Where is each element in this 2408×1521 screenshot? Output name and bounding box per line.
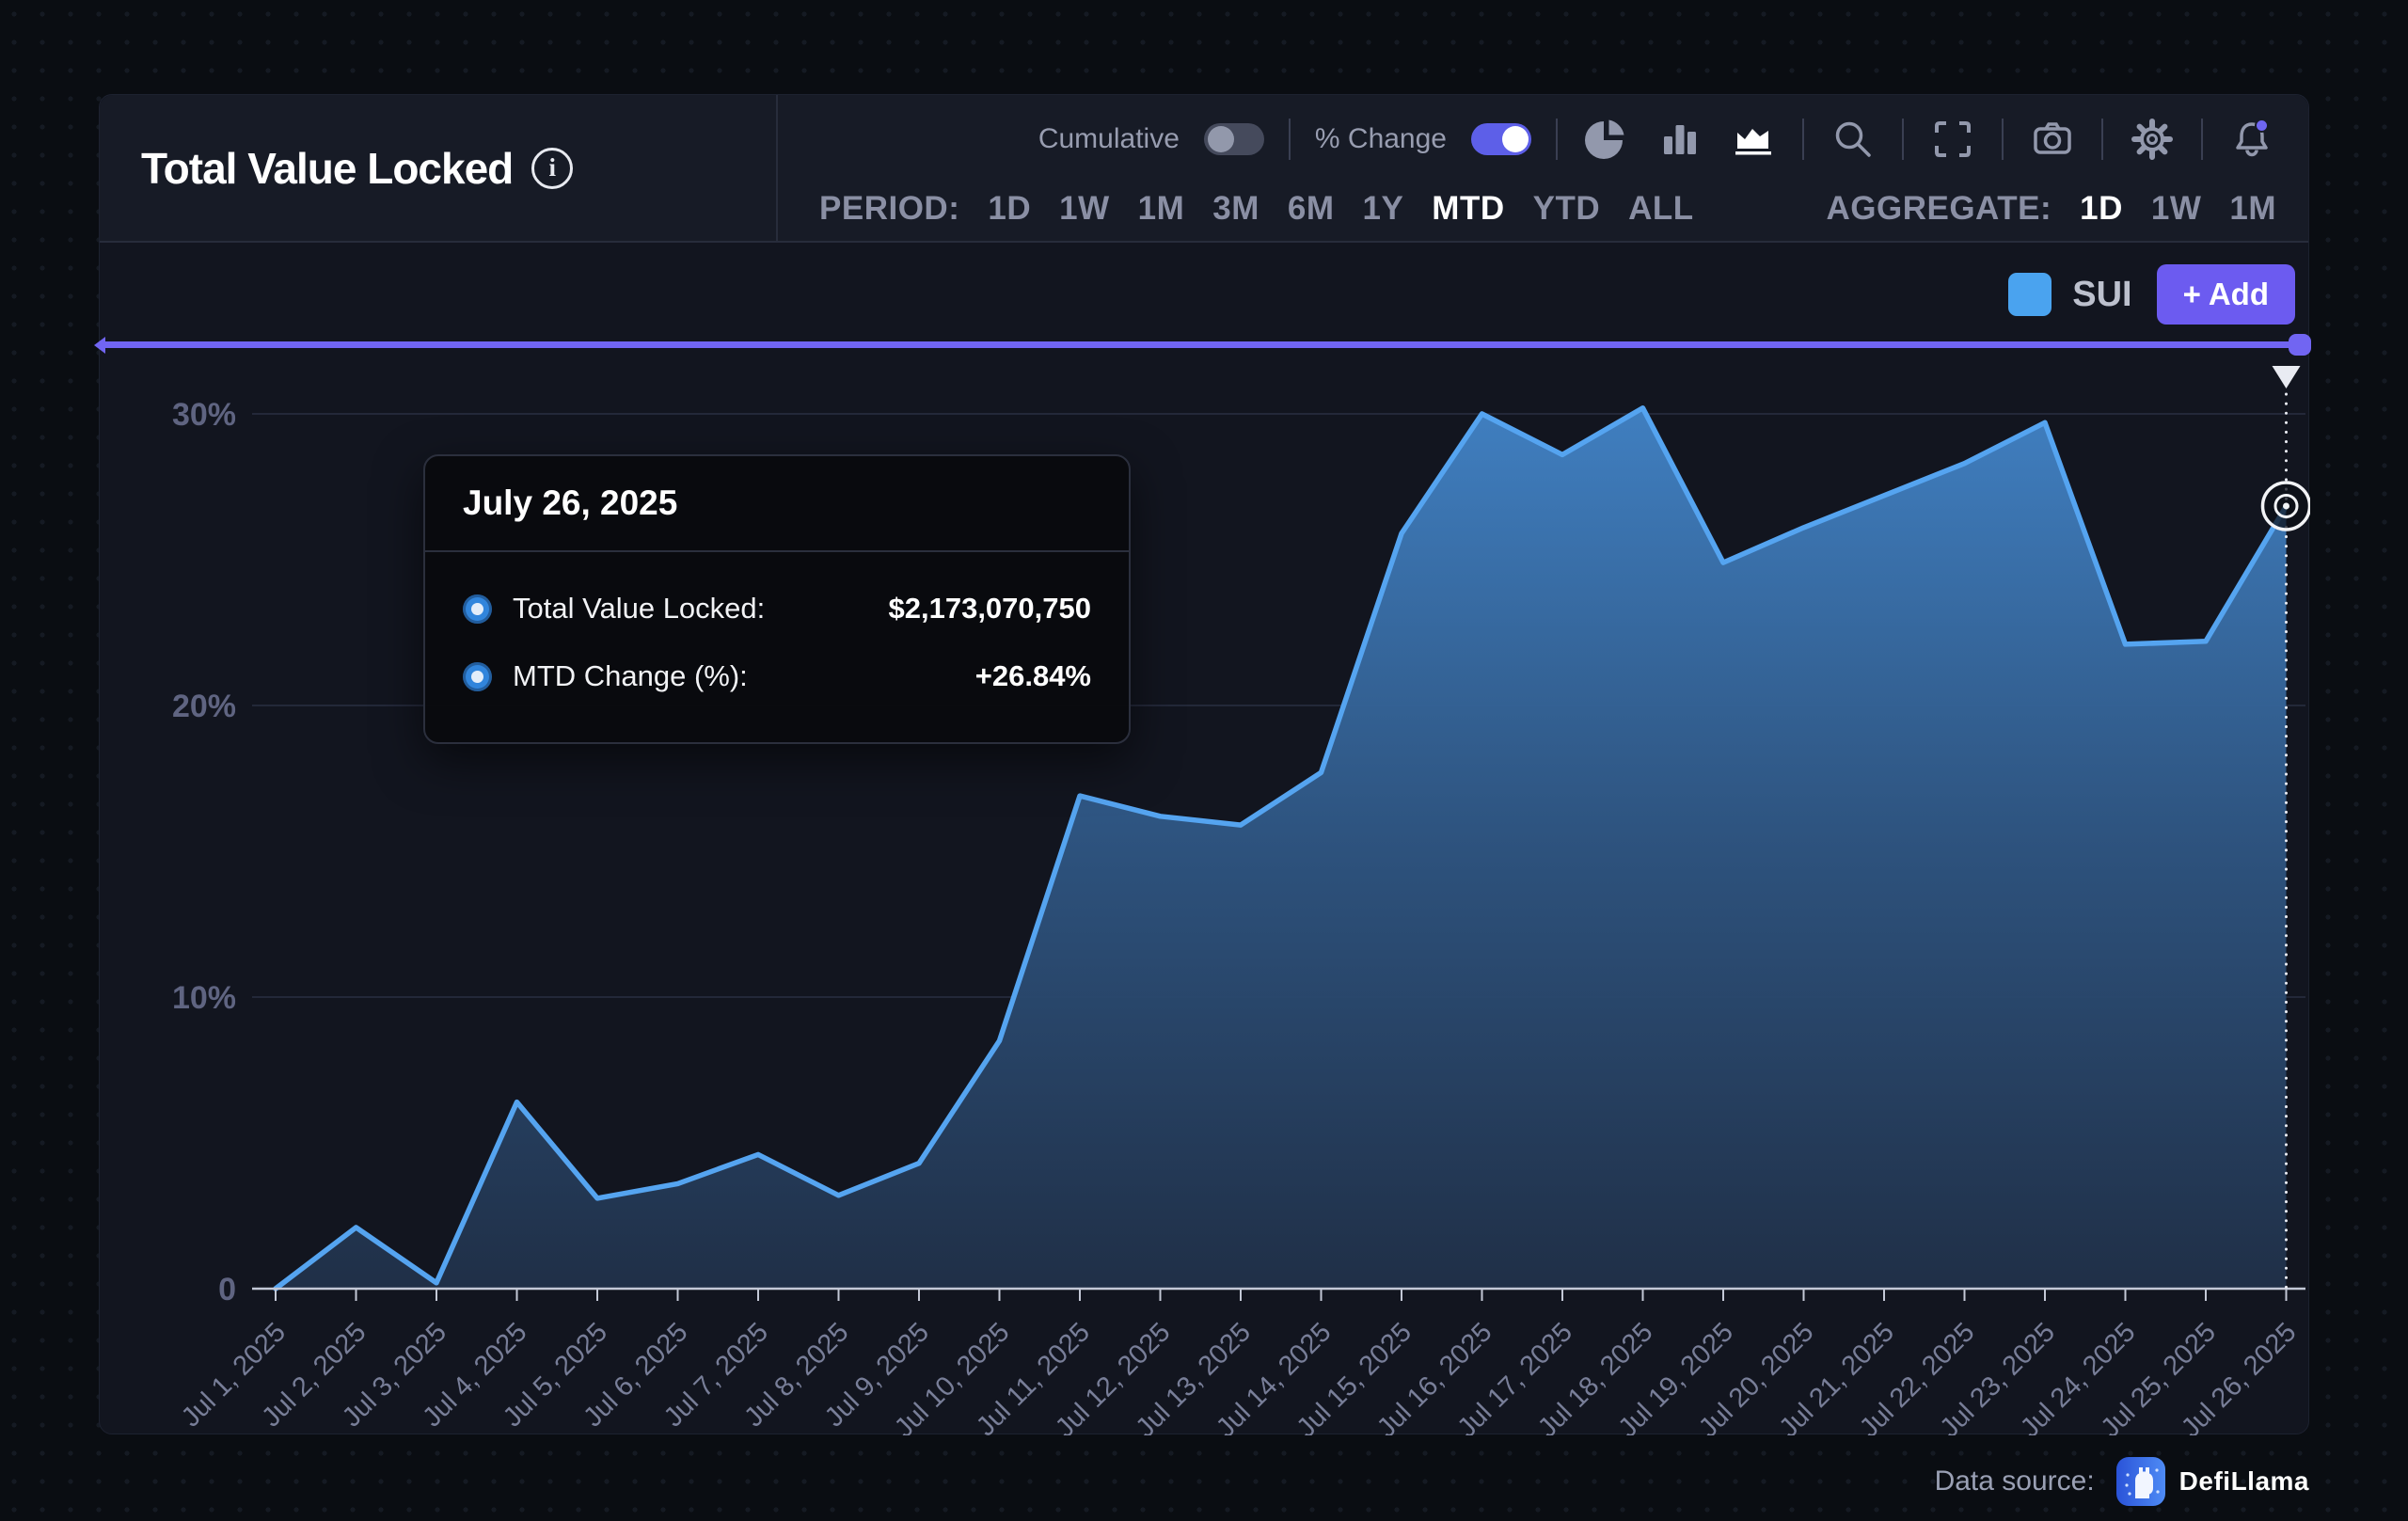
legend-chip-sui[interactable]: SUI: [2008, 273, 2131, 316]
scrubber-right-cap[interactable]: [2289, 334, 2311, 356]
toggle-knob: [1208, 126, 1234, 152]
defillama-brand-name: DefiLlama: [2179, 1466, 2309, 1497]
settings-gear-icon[interactable]: [2128, 115, 2177, 164]
pie-chart-icon[interactable]: [1582, 115, 1631, 164]
aggregate-options: 1D 1W 1M: [2080, 190, 2276, 228]
period-group: PERIOD: 1D 1W 1M 3M 6M 1Y MTD YTD ALL: [819, 190, 1694, 228]
area-chart-icon[interactable]: [1729, 115, 1778, 164]
x-axis: Jul 1, 2025Jul 2, 2025Jul 3, 2025Jul 4, …: [176, 1289, 2305, 1435]
toolbar: Cumulative % Change PERIOD: 1D 1W 1M 3M 6M 1Y…: [778, 95, 2308, 241]
page-title: Total Value Locked: [141, 143, 513, 194]
page-background: { "header": { "title": "Total Value Lock…: [0, 0, 2408, 1521]
toolbar-divider: [1289, 119, 1291, 160]
title-cell: Total Value Locked i: [100, 95, 778, 241]
tooltip-header: July 26, 2025: [425, 456, 1129, 552]
info-icon[interactable]: i: [531, 148, 573, 189]
tooltip-row-value: +26.84%: [975, 659, 1091, 693]
percent-change-toggle[interactable]: [1471, 123, 1531, 155]
tooltip-body: Total Value Locked: $2,173,070,750 MTD C…: [425, 552, 1129, 710]
toolbar-divider: [1802, 119, 1804, 160]
tooltip-row: MTD Change (%): +26.84%: [463, 642, 1091, 710]
data-source-label: Data source:: [1935, 1466, 2095, 1497]
tvl-chart-panel: Total Value Locked i Cumulative % Change…: [99, 94, 2309, 1434]
tooltip-date: July 26, 2025: [463, 483, 677, 523]
cumulative-toggle-label: Cumulative: [1038, 123, 1180, 155]
aggregate-group: AGGREGATE: 1D 1W 1M: [1826, 190, 2276, 228]
legend-row: SUI + Add: [2008, 264, 2295, 325]
toolbar-divider: [2002, 119, 2004, 160]
defillama-brand[interactable]: DefiLlama: [2115, 1456, 2309, 1507]
y-axis-label: 0: [218, 1272, 236, 1307]
y-axis-label: 10%: [172, 980, 236, 1016]
chart-tooltip: July 26, 2025 Total Value Locked: $2,173…: [423, 454, 1131, 744]
series-dot-icon: [463, 662, 492, 691]
data-source-row: Data source: DefiLlama: [1935, 1456, 2309, 1507]
fullscreen-icon[interactable]: [1928, 115, 1977, 164]
series-dot-icon: [463, 594, 492, 624]
tooltip-row: Total Value Locked: $2,173,070,750: [463, 575, 1091, 642]
period-option-1w[interactable]: 1W: [1059, 190, 1110, 228]
toolbar-divider: [1556, 119, 1558, 160]
toolbar-divider: [2201, 119, 2203, 160]
period-option-ytd[interactable]: YTD: [1533, 190, 1601, 228]
period-option-1m[interactable]: 1M: [1138, 190, 1185, 228]
period-option-6m[interactable]: 6M: [1288, 190, 1335, 228]
defillama-logo: [2115, 1456, 2166, 1507]
camera-icon[interactable]: [2028, 115, 2077, 164]
add-series-button[interactable]: + Add: [2157, 264, 2295, 325]
toggle-knob: [1502, 126, 1529, 152]
panel-header: Total Value Locked i Cumulative % Change…: [100, 95, 2308, 243]
aggregate-label: AGGREGATE:: [1826, 190, 2052, 228]
crosshair-handle[interactable]: [2273, 366, 2301, 388]
tooltip-row-label: Total Value Locked:: [513, 592, 765, 626]
y-axis-label: 20%: [172, 689, 236, 724]
tooltip-row-value: $2,173,070,750: [889, 592, 1092, 626]
aggregate-option-1m[interactable]: 1M: [2229, 190, 2276, 228]
toolbar-divider: [2101, 119, 2103, 160]
sui-color-swatch: [2008, 273, 2052, 316]
icon-row: [1582, 115, 2276, 164]
chart-area[interactable]: 0 10% 20% 30% Jul 1, 2025Jul 2, 2025Jul 3, 2…: [100, 358, 2310, 1435]
aggregate-option-1d[interactable]: 1D: [2080, 190, 2123, 228]
toolbar-row: Cumulative % Change: [778, 95, 2308, 182]
period-option-1y[interactable]: 1Y: [1362, 190, 1403, 228]
y-axis-label: 30%: [172, 397, 236, 433]
period-label: PERIOD:: [819, 190, 959, 228]
tooltip-row-label: MTD Change (%):: [513, 659, 748, 693]
scrubber-left-cap[interactable]: [94, 337, 105, 354]
notifications-bell-icon[interactable]: [2227, 115, 2276, 164]
toolbar-divider: [1902, 119, 1904, 160]
filters-row: PERIOD: 1D 1W 1M 3M 6M 1Y MTD YTD ALL AGGREGATE:…: [778, 182, 2308, 241]
cumulative-toggle[interactable]: [1204, 123, 1264, 155]
period-option-1d[interactable]: 1D: [988, 190, 1031, 228]
period-options: 1D 1W 1M 3M 6M 1Y MTD YTD ALL: [988, 190, 1693, 228]
search-icon[interactable]: [1829, 115, 1877, 164]
period-option-mtd[interactable]: MTD: [1432, 190, 1504, 228]
percent-change-toggle-label: % Change: [1315, 123, 1447, 155]
period-option-3m[interactable]: 3M: [1212, 190, 1259, 228]
selected-point-marker: [2263, 483, 2310, 530]
chart-scrubber[interactable]: [100, 341, 2308, 348]
legend-series-name: SUI: [2072, 275, 2131, 315]
period-option-all[interactable]: ALL: [1628, 190, 1694, 228]
bar-chart-icon[interactable]: [1656, 115, 1704, 164]
aggregate-option-1w[interactable]: 1W: [2151, 190, 2202, 228]
